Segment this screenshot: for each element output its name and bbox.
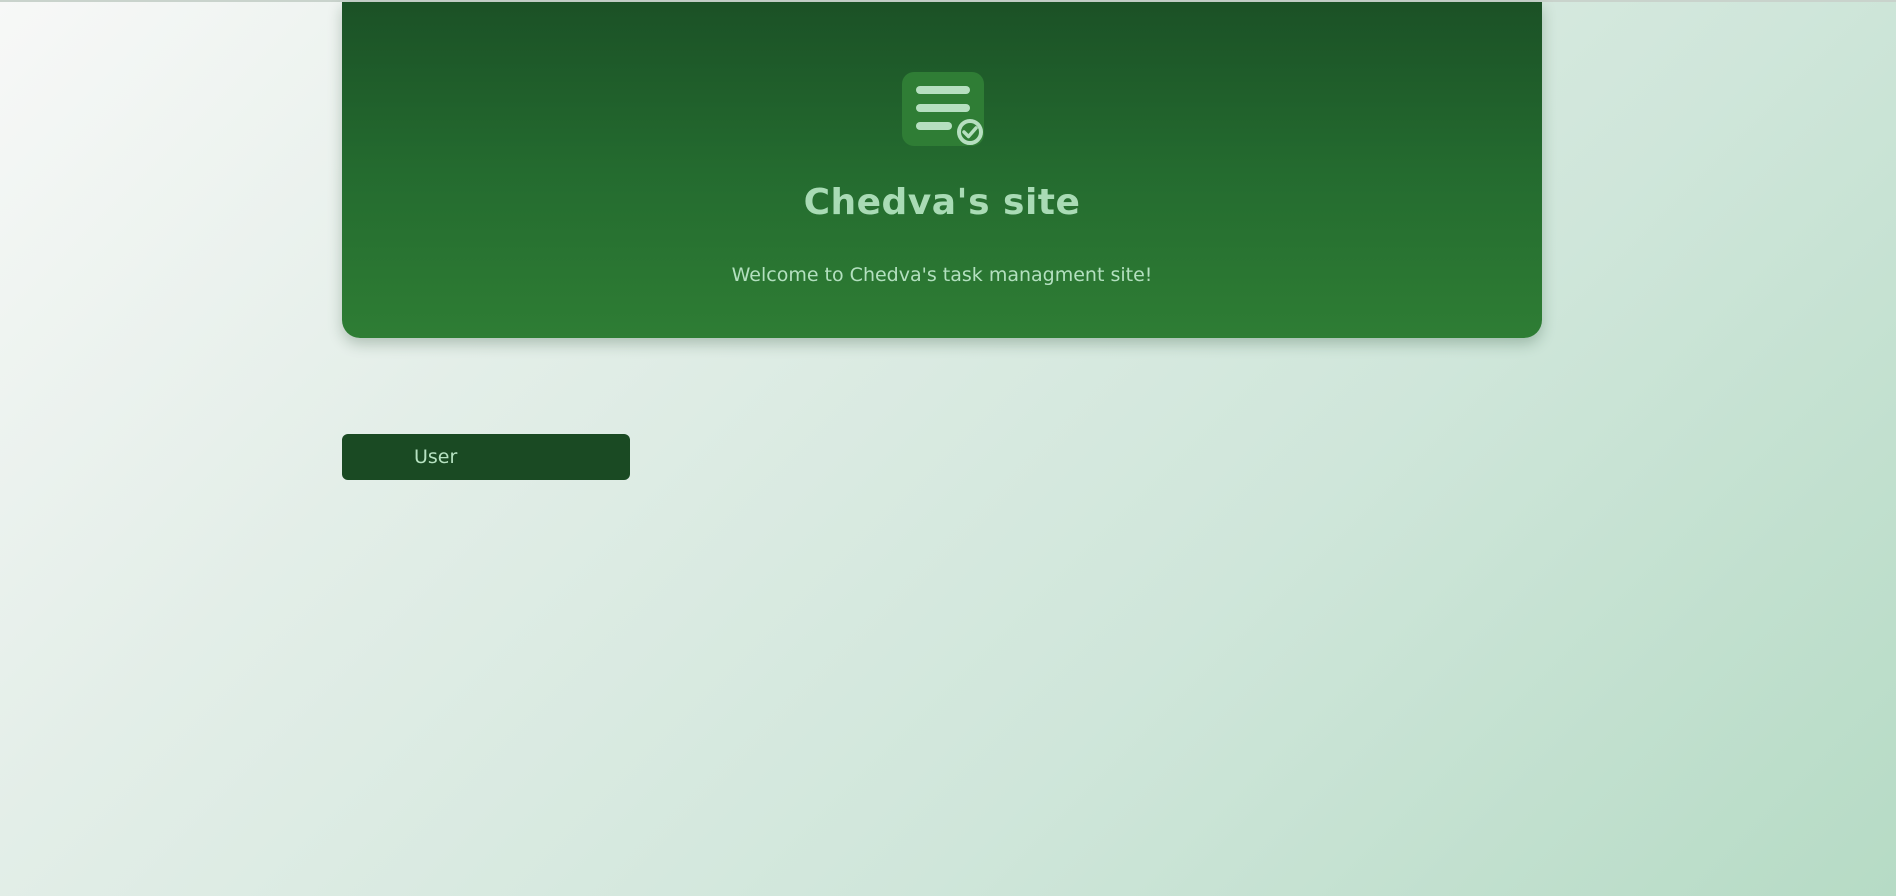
welcome-subtitle: Welcome to Chedva's task managment site! xyxy=(731,264,1153,286)
site-header: Chedva's site Welcome to Chedva's task m… xyxy=(342,2,1542,338)
user-button-label: User xyxy=(414,446,458,468)
task-list-check-icon xyxy=(902,72,984,146)
user-button[interactable]: User xyxy=(342,434,630,480)
page-title: Chedva's site xyxy=(803,182,1081,223)
